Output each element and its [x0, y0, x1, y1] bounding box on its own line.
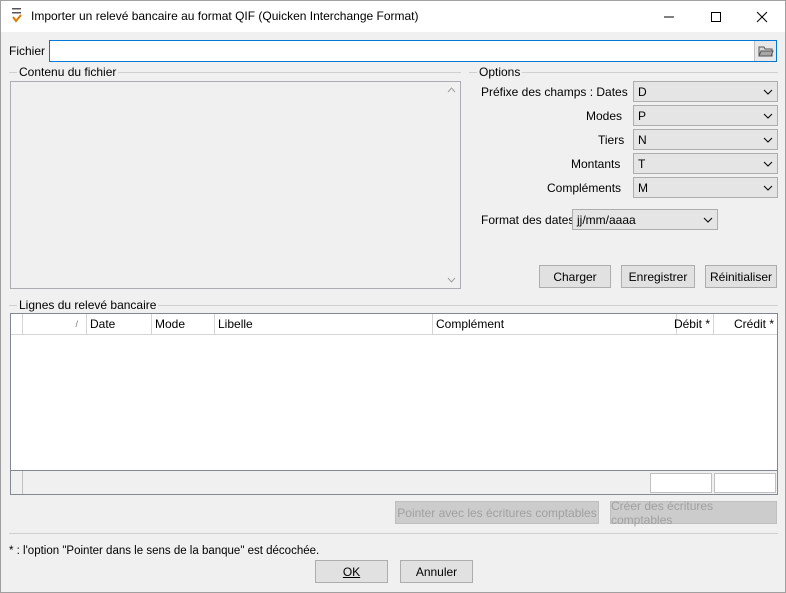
window-title: Importer un relevé bancaire au format QI…	[31, 9, 419, 23]
creer-ecritures-button[interactable]: Créer des écritures comptables	[610, 498, 777, 527]
content-scrollbar[interactable]	[443, 82, 460, 288]
reinitialiser-button-label: Réinitialiser	[709, 269, 773, 284]
enregistrer-button-label: Enregistrer	[628, 269, 688, 284]
statement-grid[interactable]: / Date Mode Libelle Complément Débit * C…	[10, 313, 778, 495]
browse-button[interactable]	[754, 41, 776, 61]
enregistrer-button[interactable]: Enregistrer	[621, 265, 695, 288]
minimize-icon	[664, 16, 674, 17]
dates-prefix-value: D	[638, 85, 647, 99]
annuler-button[interactable]: Annuler	[400, 560, 473, 583]
montants-label: Montants	[571, 157, 621, 171]
maximize-button[interactable]	[693, 1, 739, 32]
date-format-label: Format des dates	[481, 213, 575, 227]
total-credit-field	[714, 473, 776, 493]
pointer-ecritures-button-label: Pointer avec les écritures comptables	[397, 505, 597, 520]
title-bar: Importer un relevé bancaire au format QI…	[1, 1, 785, 32]
chevron-down-icon	[763, 113, 773, 119]
chevron-down-icon	[763, 137, 773, 143]
column-header-debit[interactable]: Débit *	[674, 314, 714, 335]
totals-row-header	[11, 471, 23, 494]
creer-ecritures-button-label: Créer des écritures comptables	[611, 498, 714, 527]
complements-label: Compléments	[547, 181, 622, 195]
dialog-window: Importer un relevé bancaire au format QI…	[0, 0, 786, 593]
reinitialiser-button[interactable]: Réinitialiser	[705, 265, 777, 288]
tiers-prefix-value: N	[638, 133, 647, 147]
app-icon	[12, 8, 22, 23]
sort-indicator: /	[75, 319, 78, 329]
options-group-legend: Options	[477, 65, 523, 79]
date-format-value: jj/mm/aaaa	[577, 213, 636, 227]
column-header-libelle[interactable]: Libelle	[215, 314, 433, 335]
scroll-down-icon[interactable]	[447, 277, 456, 283]
column-header-credit[interactable]: Crédit *	[714, 314, 777, 335]
column-header-mode[interactable]: Mode	[152, 314, 215, 335]
montants-prefix-select[interactable]: T	[633, 153, 778, 174]
statement-group-legend: Lignes du relevé bancaire	[17, 298, 159, 312]
maximize-icon	[711, 11, 721, 22]
close-icon	[756, 11, 768, 22]
row-header-corner	[11, 314, 23, 335]
minimize-button[interactable]	[646, 1, 692, 32]
column-header-complement[interactable]: Complément	[433, 314, 677, 335]
column-header-selector[interactable]: /	[23, 314, 87, 335]
tiers-prefix-select[interactable]: N	[633, 129, 778, 150]
file-label: Fichier	[9, 44, 46, 58]
footer-separator	[9, 533, 778, 534]
ok-button-label: OK	[342, 564, 361, 579]
modes-prefix-value: P	[638, 109, 647, 123]
chevron-down-icon	[763, 185, 773, 191]
chevron-down-icon	[763, 89, 773, 95]
footnote: * : l'option "Pointer dans le sens de la…	[9, 545, 320, 557]
annuler-button-label: Annuler	[415, 564, 458, 579]
charger-button[interactable]: Charger	[539, 265, 611, 288]
charger-button-label: Charger	[553, 269, 597, 284]
complements-prefix-select[interactable]: M	[633, 177, 778, 198]
content-group-legend: Contenu du fichier	[17, 65, 119, 79]
dates-prefix-select[interactable]: D	[633, 81, 778, 102]
ok-button[interactable]: OK	[315, 560, 388, 583]
modes-prefix-select[interactable]: P	[633, 105, 778, 126]
prefix-dates-label: Préfixe des champs : Dates	[481, 85, 628, 99]
column-header-date[interactable]: Date	[87, 314, 152, 335]
tiers-label: Tiers	[598, 133, 625, 147]
file-input[interactable]	[49, 40, 777, 62]
date-format-select[interactable]: jj/mm/aaaa	[572, 209, 718, 230]
montants-prefix-value: T	[638, 157, 646, 171]
scroll-up-icon[interactable]	[447, 87, 456, 93]
file-content-textarea[interactable]	[10, 81, 461, 289]
close-button[interactable]	[739, 1, 785, 32]
modes-label: Modes	[586, 109, 623, 123]
folder-icon	[758, 46, 774, 57]
chevron-down-icon	[703, 217, 713, 223]
totals-row	[11, 470, 777, 494]
chevron-down-icon	[763, 161, 773, 167]
pointer-ecritures-button[interactable]: Pointer avec les écritures comptables	[395, 501, 599, 524]
complements-prefix-value: M	[638, 181, 648, 195]
total-debit-field	[650, 473, 712, 493]
